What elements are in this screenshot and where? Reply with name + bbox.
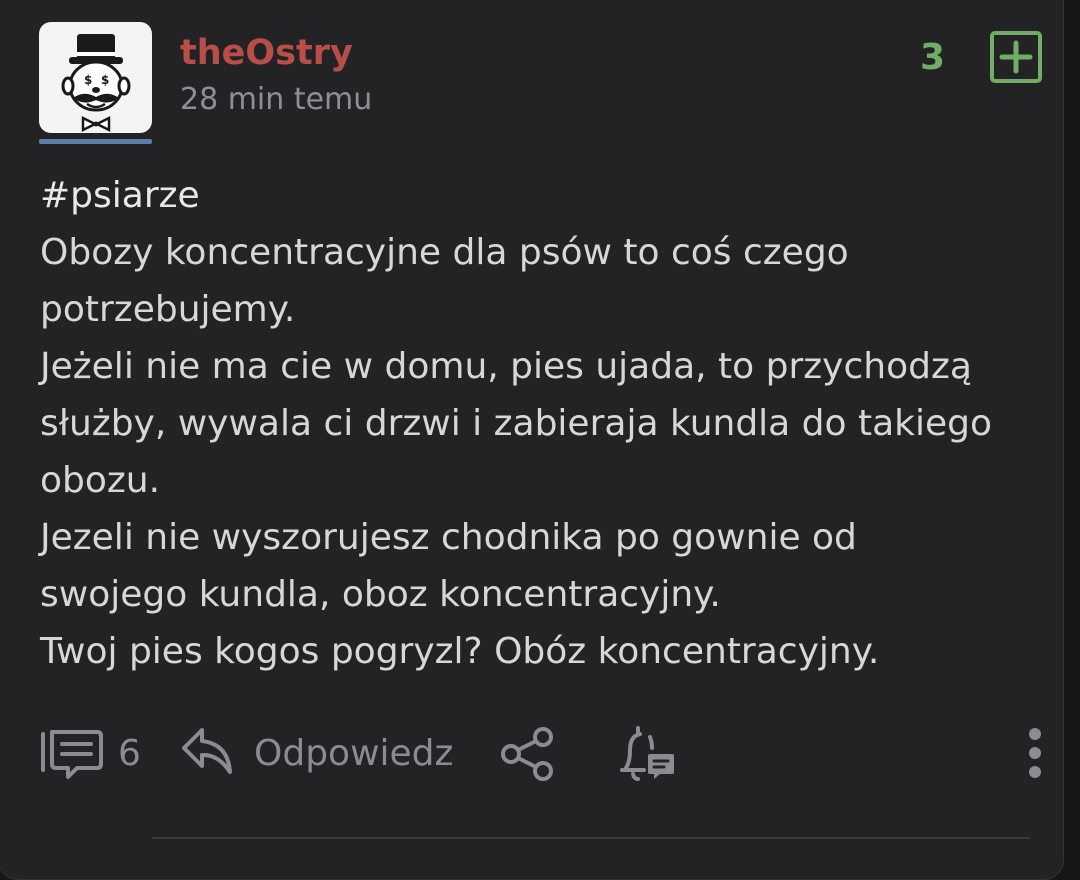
body-line: Obozy koncentracyjne dla psów to coś cze… (40, 232, 849, 273)
user-avatar[interactable]: $ $ (39, 22, 152, 133)
more-options-button[interactable] (1020, 724, 1050, 784)
post-tag[interactable]: #psiarze (40, 167, 1040, 224)
body-line: obozu. (40, 460, 161, 501)
body-line: Jeżeli nie ma cie w domu, pies ujada, to… (40, 346, 972, 387)
more-vertical-icon (1029, 728, 1041, 778)
avatar-underline (39, 139, 152, 144)
upvote-button[interactable] (990, 31, 1042, 83)
author-name[interactable]: theOstry (180, 31, 353, 75)
divider (152, 837, 1030, 839)
comments-button[interactable]: 6 (37, 726, 147, 782)
post-body: #psiarze Obozy koncentracyjne dla psów t… (40, 167, 1040, 680)
notify-button[interactable] (616, 724, 676, 784)
vote-count: 3 (920, 37, 946, 78)
post-actions-bar: 6 Odpowiedz (0, 718, 1080, 788)
bell-message-icon (620, 726, 674, 781)
reply-button[interactable]: Odpowiedz (180, 724, 470, 784)
svg-text:$: $ (101, 73, 109, 87)
post-time: 28 min temu (180, 82, 373, 117)
body-line: Twoj pies kogos pogryzl? Obóz koncentrac… (40, 631, 880, 672)
body-line: potrzebujemy. (40, 289, 296, 330)
reply-label: Odpowiedz (254, 733, 454, 774)
body-line: służby, wywala ci drzwi i zabieraja kund… (40, 403, 993, 444)
comments-icon (41, 730, 103, 779)
share-icon (501, 727, 553, 781)
reply-icon (182, 728, 232, 774)
share-button[interactable] (498, 724, 558, 784)
svg-text:$: $ (84, 73, 92, 87)
monopoly-man-avatar-icon: $ $ (61, 34, 131, 133)
body-line: swojego kundla, oboz koncentracyjny. (40, 574, 721, 615)
plus-square-icon (990, 31, 1042, 83)
body-line: Jezeli nie wyszorujesz chodnika po gowni… (40, 517, 857, 558)
comments-count: 6 (118, 733, 141, 774)
